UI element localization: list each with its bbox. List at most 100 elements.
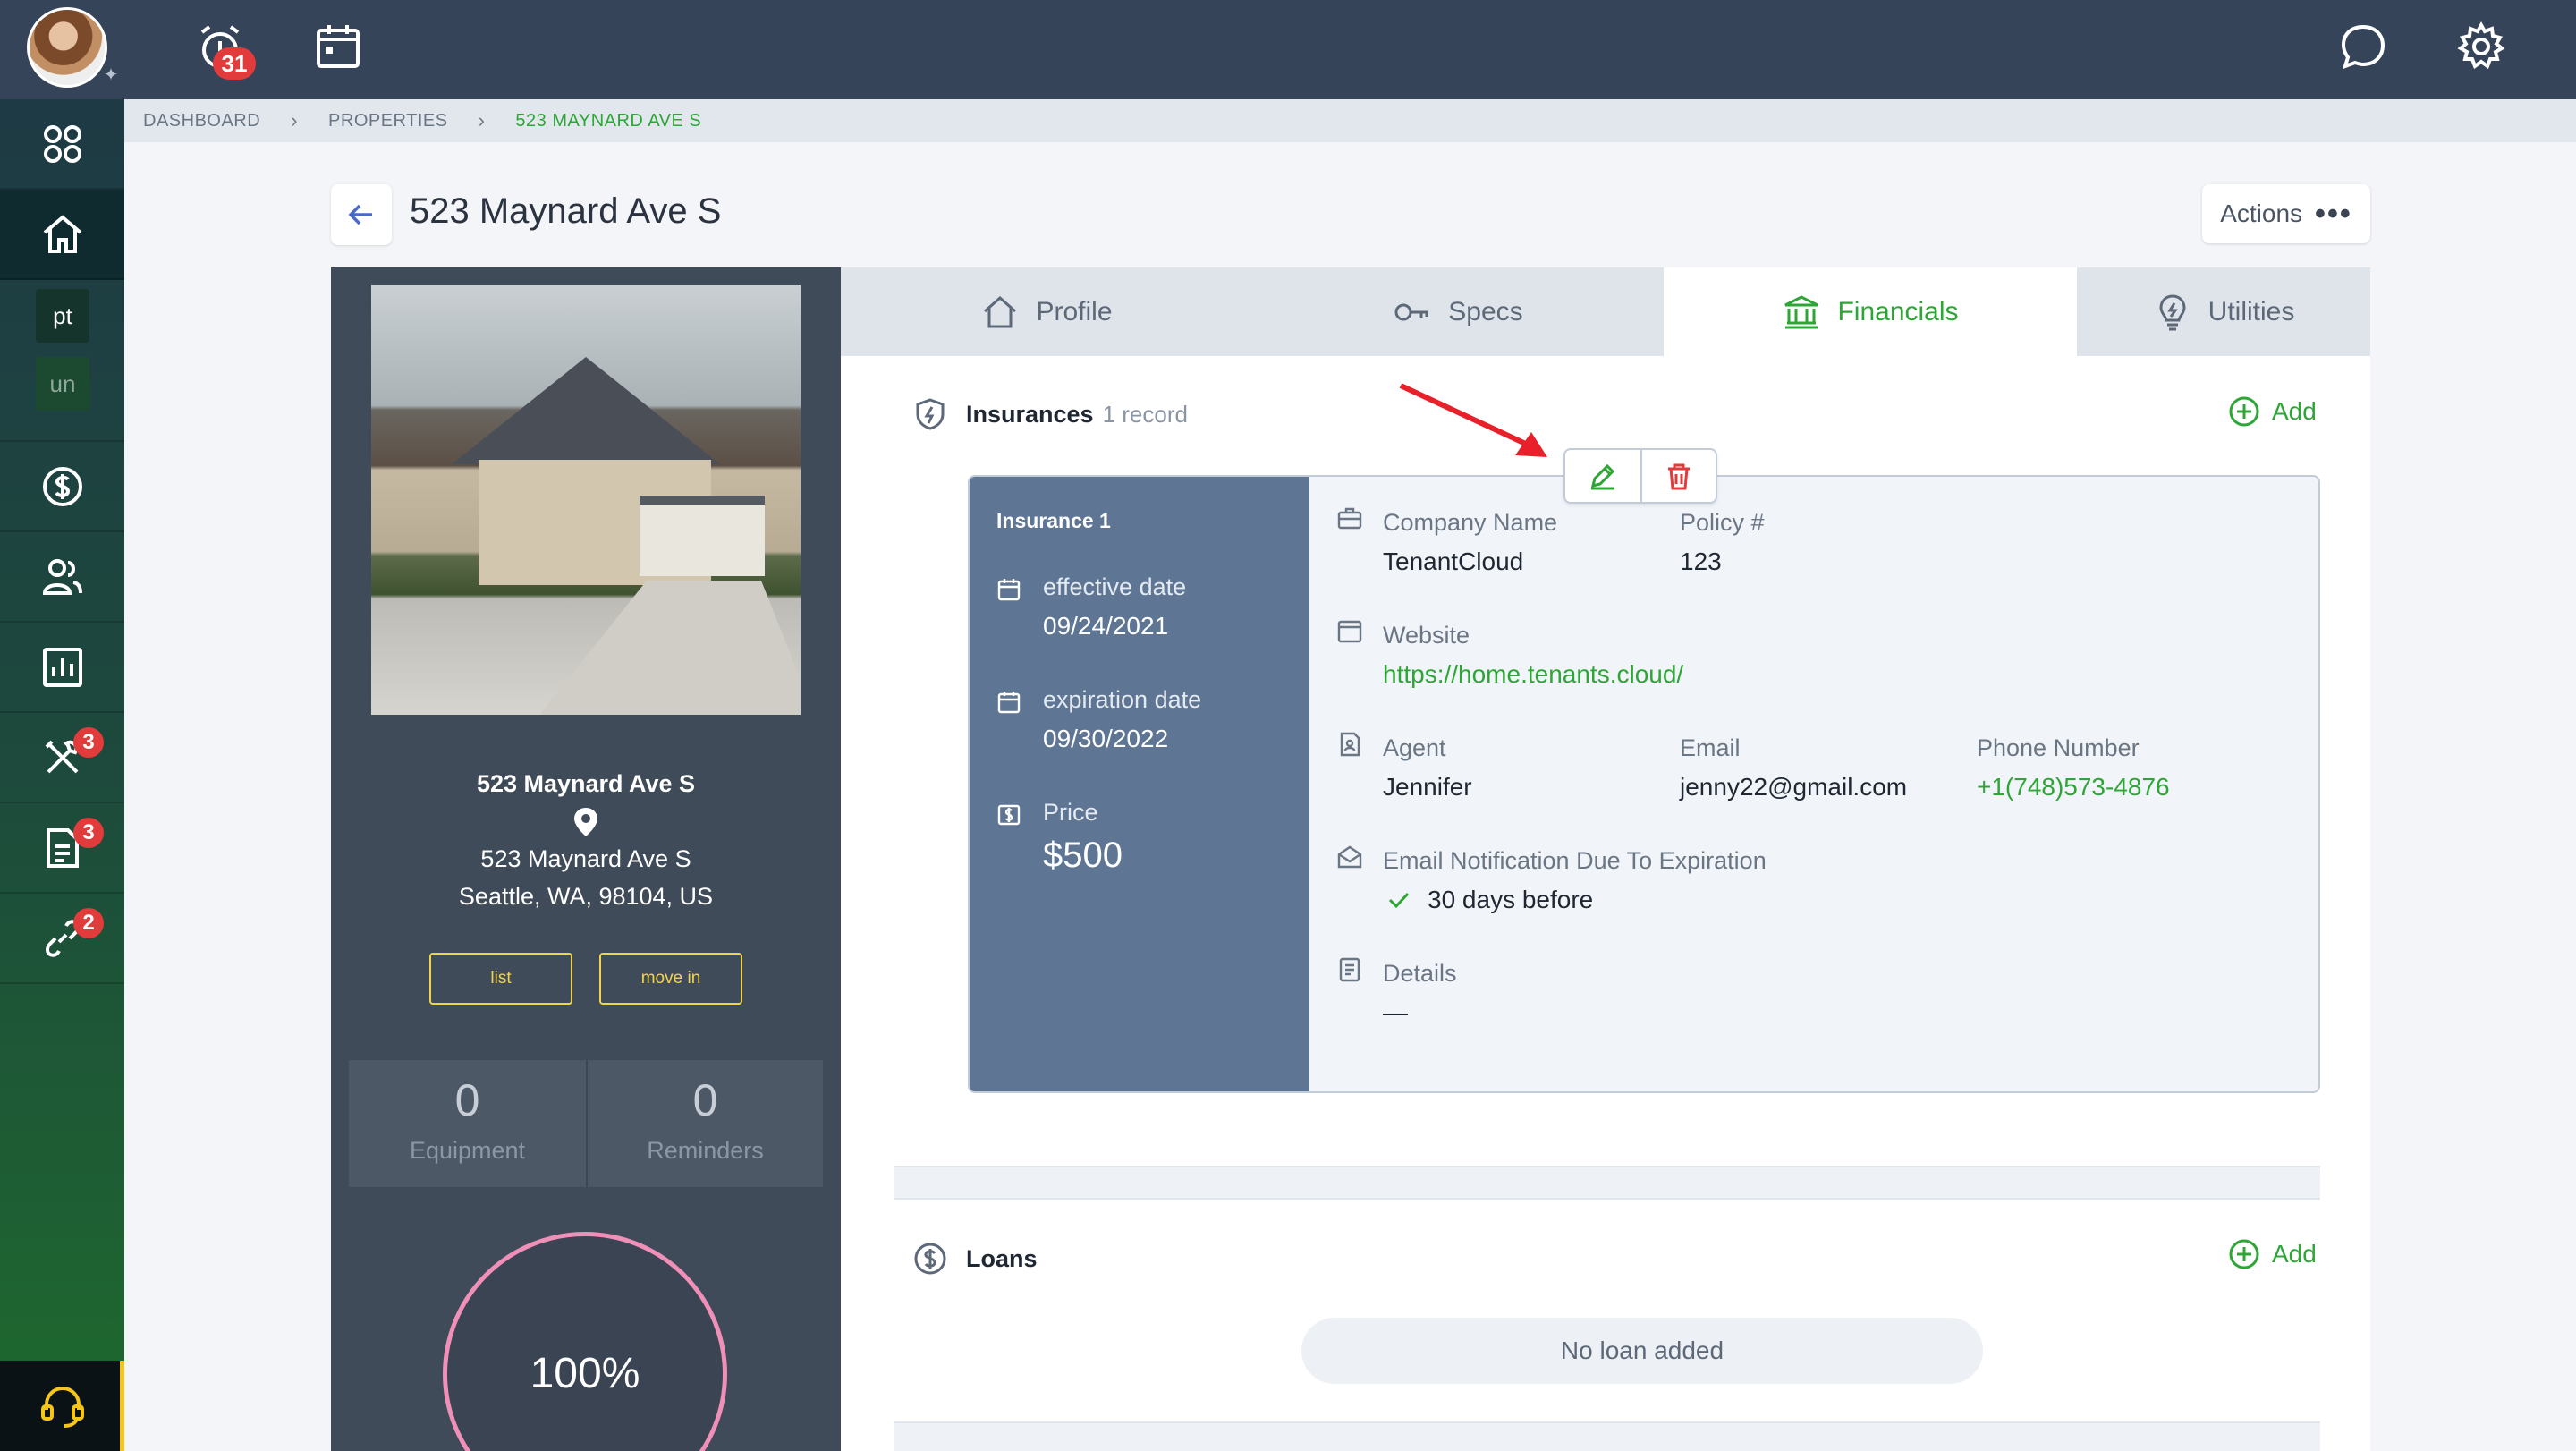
add-insurance-button[interactable]: Add bbox=[2227, 395, 2317, 429]
property-photo[interactable] bbox=[371, 285, 801, 715]
headset-icon bbox=[40, 1386, 84, 1428]
top-bar: ✦ 31 bbox=[0, 0, 2576, 99]
phone-label: Phone Number bbox=[1977, 734, 2140, 761]
property-address-line1: 523 Maynard Ave S bbox=[480, 845, 691, 872]
sidebar-item-maintenance[interactable]: 3 bbox=[0, 713, 124, 803]
actions-button[interactable]: Actions ••• bbox=[2202, 184, 2370, 243]
tab-bar: Profile Specs Financials Utilities bbox=[841, 267, 2370, 356]
equipment-stat[interactable]: 0 Equipment bbox=[349, 1060, 586, 1187]
insurances-header: Insurances 1 record bbox=[912, 396, 1188, 432]
apps-grid-icon bbox=[43, 124, 81, 163]
agent-field: Agent Jennifer bbox=[1383, 734, 1472, 802]
price-value: $500 bbox=[1043, 836, 1123, 875]
details-value: — bbox=[1383, 998, 1408, 1026]
website-link[interactable]: https://home.tenants.cloud/ bbox=[1383, 660, 1683, 689]
sidebar-item-finance[interactable] bbox=[0, 442, 124, 532]
main-card: Profile Specs Financials Utilities Insur… bbox=[841, 267, 2370, 1451]
property-name: 523 Maynard Ave S bbox=[476, 770, 696, 797]
move-in-button[interactable]: move in bbox=[599, 953, 742, 1005]
tab-financials[interactable]: Financials bbox=[1664, 267, 2077, 356]
arrow-left-icon bbox=[348, 204, 372, 225]
sidebar-abbr-un: un bbox=[36, 357, 89, 411]
bank-icon bbox=[1784, 294, 1819, 328]
chevron-right-icon: › bbox=[291, 109, 299, 132]
property-panel: 523 Maynard Ave S 523 Maynard Ave S Seat… bbox=[331, 267, 841, 1451]
add-loan-button[interactable]: Add bbox=[2227, 1237, 2317, 1271]
equipment-label: Equipment bbox=[409, 1137, 526, 1164]
user-avatar[interactable] bbox=[27, 7, 107, 88]
sidebar-item-people[interactable] bbox=[0, 532, 124, 623]
sidebar-item-properties[interactable] bbox=[0, 190, 124, 280]
sidebar-item-reports[interactable] bbox=[0, 623, 124, 713]
website-label: Website bbox=[1383, 622, 1470, 649]
add-insurance-label: Add bbox=[2272, 397, 2317, 425]
edit-insurance-button[interactable] bbox=[1565, 450, 1640, 502]
links-badge: 2 bbox=[73, 908, 104, 938]
people-icon bbox=[42, 558, 82, 595]
agent-label: Agent bbox=[1383, 734, 1446, 761]
insurances-title: Insurances bbox=[966, 400, 1094, 428]
list-button[interactable]: list bbox=[429, 953, 572, 1005]
email-notification-label: Email Notification Due To Expiration bbox=[1383, 847, 1767, 874]
location-pin-icon bbox=[574, 808, 597, 836]
support-button[interactable] bbox=[0, 1361, 124, 1451]
house-outline-icon bbox=[984, 295, 1017, 327]
sidebar-item-documents[interactable]: 3 bbox=[0, 803, 124, 894]
no-loan-message: No loan added bbox=[1301, 1318, 1983, 1384]
breadcrumb: DASHBOARD › PROPERTIES › 523 MAYNARD AVE… bbox=[124, 99, 2576, 142]
dollar-circle-icon bbox=[914, 1243, 946, 1275]
reminders-stat[interactable]: 0 Reminders bbox=[586, 1060, 823, 1187]
calendar-icon[interactable] bbox=[311, 20, 365, 73]
pencil-icon bbox=[1590, 463, 1615, 490]
breadcrumb-properties[interactable]: PROPERTIES bbox=[328, 111, 448, 132]
tab-profile-label: Profile bbox=[1036, 296, 1113, 327]
reminders-count: 0 bbox=[692, 1075, 718, 1125]
agent-card-icon bbox=[1340, 732, 1360, 757]
sidebar-item-dashboard[interactable] bbox=[0, 99, 124, 190]
email-notification-value-row: 30 days before bbox=[1386, 886, 1767, 914]
insurance-details: Company Name TenantCloud Policy # 123 We… bbox=[1309, 477, 2318, 1091]
shield-bolt-icon bbox=[916, 398, 945, 430]
tab-financials-label: Financials bbox=[1837, 296, 1959, 327]
plus-circle-icon bbox=[2229, 1239, 2259, 1269]
chat-bubble-icon[interactable] bbox=[2336, 20, 2390, 73]
tab-utilities[interactable]: Utilities bbox=[2077, 267, 2370, 356]
price-field: Price $500 bbox=[996, 799, 1123, 876]
loans-header: Loans bbox=[912, 1241, 1038, 1277]
sidebar-item-links[interactable]: 2 bbox=[0, 894, 124, 984]
expiration-date-field: expiration date 09/30/2022 bbox=[996, 686, 1201, 753]
dollar-circle-icon bbox=[42, 466, 82, 506]
maintenance-badge: 3 bbox=[73, 727, 104, 758]
website-field: Website https://home.tenants.cloud/ bbox=[1383, 622, 1683, 689]
policy-number-field: Policy # 123 bbox=[1680, 509, 1765, 576]
property-address-line2: Seattle, WA, 98104, US bbox=[458, 883, 714, 910]
section-divider-bottom bbox=[894, 1421, 2320, 1451]
pin-icon[interactable]: ✦ bbox=[100, 64, 122, 86]
price-label: Price bbox=[1043, 799, 1098, 826]
property-stats: 0 Equipment 0 Reminders bbox=[349, 1060, 823, 1187]
gear-icon[interactable] bbox=[2454, 20, 2508, 73]
briefcase-icon bbox=[1337, 507, 1362, 530]
more-dots-icon: ••• bbox=[2315, 197, 2352, 231]
details-field: Details — bbox=[1383, 960, 1457, 1027]
back-button[interactable] bbox=[331, 184, 392, 245]
sidebar-item-pt[interactable]: pt bbox=[0, 280, 124, 352]
sidebar-item-un[interactable]: un bbox=[0, 352, 124, 442]
completion-ring: 100% bbox=[443, 1232, 727, 1451]
effective-date-field: effective date 09/24/2021 bbox=[996, 573, 1186, 641]
email-field: Email jenny22@gmail.com bbox=[1680, 734, 1907, 802]
breadcrumb-dashboard[interactable]: DASHBOARD bbox=[143, 111, 260, 132]
phone-link[interactable]: +1(748)573-4876 bbox=[1977, 773, 2170, 802]
insurance-summary: Insurance 1 effective date 09/24/2021 ex… bbox=[970, 477, 1309, 1091]
policy-number-value: 123 bbox=[1680, 547, 1722, 575]
email-value: jenny22@gmail.com bbox=[1680, 773, 1908, 801]
insurance-record: Insurance 1 effective date 09/24/2021 ex… bbox=[968, 475, 2320, 1093]
actions-label: Actions bbox=[2220, 199, 2303, 227]
sidebar-abbr-pt: pt bbox=[36, 289, 89, 343]
phone-field: Phone Number +1(748)573-4876 bbox=[1977, 734, 2170, 802]
tab-specs[interactable]: Specs bbox=[1252, 267, 1664, 356]
company-name-label: Company Name bbox=[1383, 509, 1558, 536]
tab-profile[interactable]: Profile bbox=[841, 267, 1252, 356]
delete-insurance-button[interactable] bbox=[1640, 450, 1716, 502]
reminders-label: Reminders bbox=[647, 1137, 764, 1164]
